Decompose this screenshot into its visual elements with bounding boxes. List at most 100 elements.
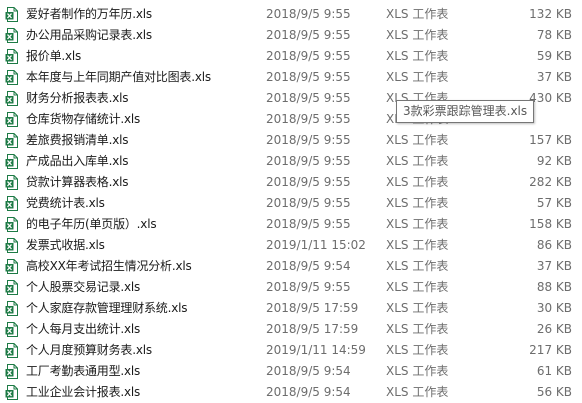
excel-file-icon (5, 280, 19, 295)
filename-tooltip: 3款彩票跟踪管理表.xls (396, 100, 535, 123)
file-type: XLS 工作表 (386, 322, 449, 336)
file-size: 61 KB (536, 364, 572, 378)
file-name: 发票式收据.xls (26, 238, 105, 252)
file-name: 产成品出入库单.xls (26, 154, 129, 168)
file-modified-date: 2018/9/5 9:55 (266, 70, 351, 84)
file-row[interactable]: 党费统计表.xls 2018/9/5 9:55 XLS 工作表 57 KB (0, 193, 582, 214)
excel-file-icon (5, 259, 19, 274)
file-size: 157 KB (529, 133, 572, 147)
file-type: XLS 工作表 (386, 301, 449, 315)
excel-file-icon (5, 70, 19, 85)
excel-file-icon (5, 91, 19, 106)
file-modified-date: 2018/9/5 9:54 (266, 364, 351, 378)
file-size: 92 KB (536, 154, 572, 168)
file-name: 工业企业会计报表.xls (26, 385, 141, 399)
file-modified-date: 2018/9/5 9:55 (266, 7, 351, 21)
file-modified-date: 2019/1/11 14:59 (266, 343, 366, 357)
file-modified-date: 2018/9/5 9:55 (266, 112, 351, 126)
excel-file-icon (5, 7, 19, 22)
file-name: 本年度与上年同期产值对比图表.xls (26, 70, 211, 84)
excel-file-icon (5, 385, 19, 400)
excel-file-icon (5, 343, 19, 358)
file-type: XLS 工作表 (386, 175, 449, 189)
file-modified-date: 2018/9/5 9:55 (266, 175, 351, 189)
file-type: XLS 工作表 (386, 28, 449, 42)
excel-file-icon (5, 49, 19, 64)
file-size: 88 KB (536, 280, 572, 294)
file-list: 爱好者制作的万年历.xls 2018/9/5 9:55 XLS 工作表 132 KB 办… (0, 4, 582, 403)
file-row[interactable]: 差旅费报销清单.xls 2018/9/5 9:55 XLS 工作表 157 KB (0, 130, 582, 151)
file-type: XLS 工作表 (386, 7, 449, 21)
file-size: 86 KB (536, 238, 572, 252)
file-name: 个人月度预算财务表.xls (26, 343, 152, 357)
file-size: 26 KB (536, 322, 572, 336)
file-size: 430 KB (529, 91, 572, 105)
file-size: 37 KB (536, 70, 572, 84)
file-size: 132 KB (529, 7, 572, 21)
excel-file-icon (5, 322, 19, 337)
file-name: 差旅费报销清单.xls (26, 133, 129, 147)
file-row[interactable]: 高校XX年考试招生情况分析.xls 2018/9/5 9:54 XLS 工作表 37 … (0, 256, 582, 277)
file-modified-date: 2018/9/5 9:54 (266, 385, 351, 399)
file-name: 报价单.xls (26, 49, 82, 63)
file-modified-date: 2018/9/5 9:54 (266, 259, 351, 273)
file-size: 56 KB (536, 385, 572, 399)
file-size: 30 KB (536, 301, 572, 315)
file-row[interactable]: 本年度与上年同期产值对比图表.xls 2018/9/5 9:55 XLS 工作表 37… (0, 67, 582, 88)
file-name: 财务分析报表表.xls (26, 91, 129, 105)
file-name: 工厂考勤表通用型.xls (26, 364, 141, 378)
file-size: 37 KB (536, 259, 572, 273)
file-type: XLS 工作表 (386, 364, 449, 378)
file-row[interactable]: 产成品出入库单.xls 2018/9/5 9:55 XLS 工作表 92 KB (0, 151, 582, 172)
file-size: 282 KB (529, 175, 572, 189)
file-name: 仓库货物存储统计.xls (26, 112, 141, 126)
file-type: XLS 工作表 (386, 133, 449, 147)
file-name: 个人家庭存款管理理财系统.xls (26, 301, 188, 315)
excel-file-icon (5, 238, 19, 253)
file-name: 党费统计表.xls (26, 196, 105, 210)
file-size: 78 KB (536, 28, 572, 42)
file-modified-date: 2018/9/5 9:55 (266, 154, 351, 168)
file-size: 217 KB (529, 343, 572, 357)
file-type: XLS 工作表 (386, 259, 449, 273)
excel-file-icon (5, 196, 19, 211)
file-row[interactable]: 报价单.xls 2018/9/5 9:55 XLS 工作表 59 KB (0, 46, 582, 67)
file-type: XLS 工作表 (386, 217, 449, 231)
file-type: XLS 工作表 (386, 280, 449, 294)
file-modified-date: 2018/9/5 9:55 (266, 91, 351, 105)
excel-file-icon (5, 175, 19, 190)
file-row[interactable]: 办公用品采购记录表.xls 2018/9/5 9:55 XLS 工作表 78 KB (0, 25, 582, 46)
file-type: XLS 工作表 (386, 343, 449, 357)
file-row[interactable]: 贷款计算器表格.xls 2018/9/5 9:55 XLS 工作表 282 KB (0, 172, 582, 193)
file-row[interactable]: 个人月度预算财务表.xls 2019/1/11 14:59 XLS 工作表 217 K… (0, 340, 582, 361)
excel-file-icon (5, 217, 19, 232)
file-size: 59 KB (536, 49, 572, 63)
file-row[interactable]: 爱好者制作的万年历.xls 2018/9/5 9:55 XLS 工作表 132 KB (0, 4, 582, 25)
file-name: 个人股票交易记录.xls (26, 280, 141, 294)
file-modified-date: 2018/9/5 9:55 (266, 280, 351, 294)
file-modified-date: 2018/9/5 9:55 (266, 217, 351, 231)
file-row[interactable]: 个人股票交易记录.xls 2018/9/5 9:55 XLS 工作表 88 KB (0, 277, 582, 298)
file-name: 个人每月支出统计.xls (26, 322, 141, 336)
file-type: XLS 工作表 (386, 70, 449, 84)
file-size: 57 KB (536, 196, 572, 210)
file-modified-date: 2019/1/11 15:02 (266, 238, 366, 252)
file-type: XLS 工作表 (386, 154, 449, 168)
excel-file-icon (5, 364, 19, 379)
file-name: 的电子年历(单页版）.xls (26, 217, 157, 231)
file-type: XLS 工作表 (386, 385, 449, 399)
file-name: 贷款计算器表格.xls (26, 175, 129, 189)
excel-file-icon (5, 301, 19, 316)
file-row[interactable]: 发票式收据.xls 2019/1/11 15:02 XLS 工作表 86 KB (0, 235, 582, 256)
file-modified-date: 2018/9/5 9:55 (266, 133, 351, 147)
file-row[interactable]: 的电子年历(单页版）.xls 2018/9/5 9:55 XLS 工作表 158 KB (0, 214, 582, 235)
excel-file-icon (5, 28, 19, 43)
file-row[interactable]: 工业企业会计报表.xls 2018/9/5 9:54 XLS 工作表 56 KB (0, 382, 582, 403)
file-modified-date: 2018/9/5 17:59 (266, 322, 359, 336)
file-row[interactable]: 工厂考勤表通用型.xls 2018/9/5 9:54 XLS 工作表 61 KB (0, 361, 582, 382)
file-size: 158 KB (529, 217, 572, 231)
file-type: XLS 工作表 (386, 238, 449, 252)
file-row[interactable]: 个人家庭存款管理理财系统.xls 2018/9/5 17:59 XLS 工作表 30 … (0, 298, 582, 319)
file-type: XLS 工作表 (386, 196, 449, 210)
file-row[interactable]: 个人每月支出统计.xls 2018/9/5 17:59 XLS 工作表 26 KB (0, 319, 582, 340)
